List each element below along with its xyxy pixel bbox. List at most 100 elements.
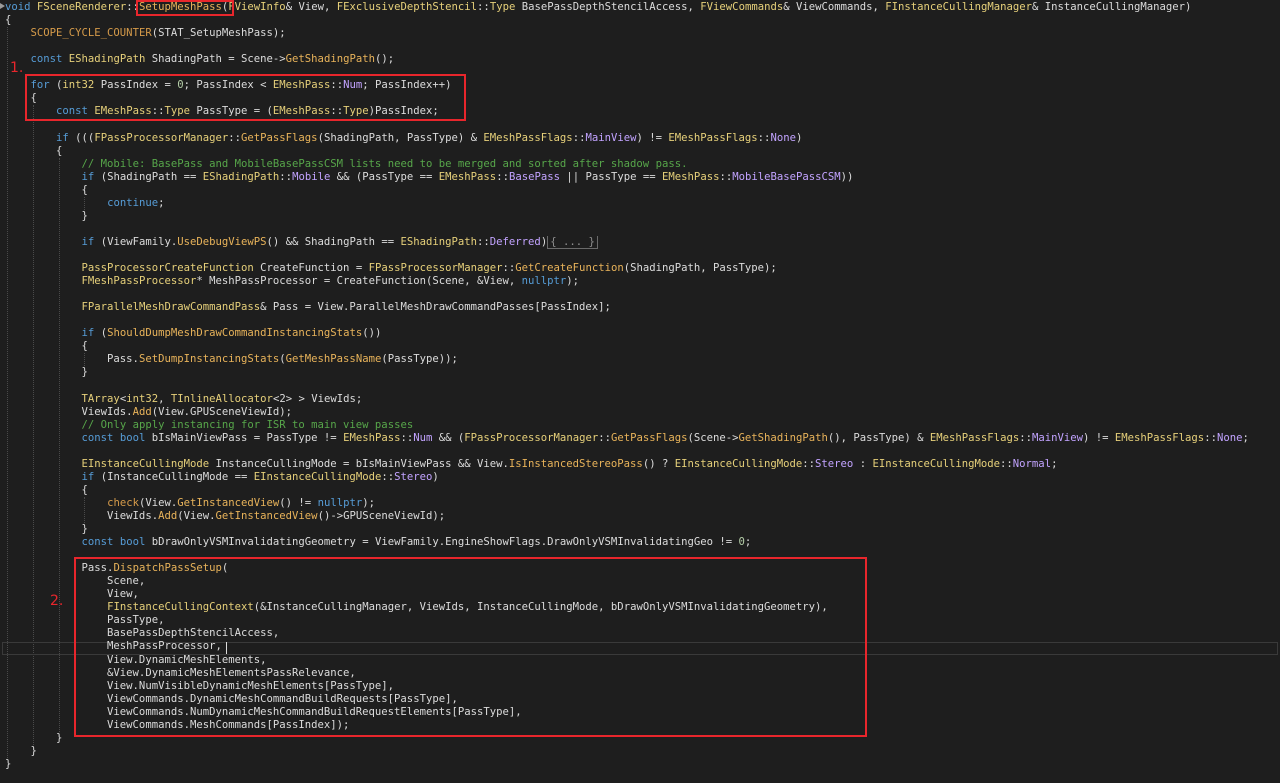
code-token: GetMeshPassName bbox=[285, 353, 382, 366]
code-token: (PassType)); bbox=[381, 353, 458, 366]
code-token: bIsMainViewPass = PassType != bbox=[145, 431, 344, 444]
code-token: & View, bbox=[285, 1, 337, 13]
code-token: EShadingPath bbox=[202, 170, 280, 183]
code-line[interactable]: ViewIds.Add(View.GetInstancedView()->GPU… bbox=[5, 510, 1280, 523]
code-line[interactable]: Pass.SetDumpInstancingStats(GetMeshPassN… bbox=[5, 353, 1280, 366]
code-line[interactable] bbox=[5, 314, 1280, 327]
code-line[interactable]: { bbox=[5, 145, 1280, 158]
code-token: :: bbox=[381, 470, 395, 483]
code-token: GetInstancedView bbox=[177, 496, 280, 509]
code-line[interactable]: { bbox=[5, 184, 1280, 197]
code-line[interactable]: TArray<int32, TInlineAllocator<2> > View… bbox=[5, 393, 1280, 406]
code-line[interactable]: ViewIds.Add(View.GPUSceneViewId); bbox=[5, 406, 1280, 419]
code-line[interactable]: } bbox=[5, 745, 1280, 758]
code-line[interactable]: if (ViewFamily.UseDebugViewPS() && Shadi… bbox=[5, 235, 1280, 249]
fold-toggle-icon[interactable] bbox=[0, 3, 5, 9]
code-line[interactable] bbox=[5, 288, 1280, 301]
code-line[interactable] bbox=[5, 40, 1280, 53]
code-token: IsInstancedStereoPass bbox=[508, 457, 643, 470]
code-token: EMeshPassFlags bbox=[668, 131, 758, 144]
code-token: (ViewFamily. bbox=[94, 235, 178, 248]
code-token: :: bbox=[502, 262, 516, 274]
code-line[interactable]: EInstanceCullingMode InstanceCullingMode… bbox=[5, 458, 1280, 471]
code-line[interactable]: PassProcessorCreateFunction CreateFuncti… bbox=[5, 262, 1280, 275]
code-line[interactable]: { bbox=[5, 340, 1280, 353]
code-line[interactable]: FMeshPassProcessor* MeshPassProcessor = … bbox=[5, 275, 1280, 288]
code-token: (Scene-> bbox=[687, 431, 739, 444]
code-token: const bbox=[81, 536, 114, 549]
code-token: TInlineAllocator bbox=[170, 392, 273, 405]
code-token: PassProcessorCreateFunction bbox=[81, 262, 254, 274]
code-line[interactable]: FParallelMeshDrawCommandPass& Pass = Vie… bbox=[5, 301, 1280, 314]
code-editor[interactable]: void FSceneRenderer::SetupMeshPass(FView… bbox=[0, 0, 1280, 783]
code-token: :: bbox=[1000, 457, 1013, 470]
code-line[interactable] bbox=[5, 223, 1280, 236]
code-token: ; bbox=[1242, 431, 1249, 444]
code-line[interactable]: if (((FPassProcessorManager::GetPassFlag… bbox=[5, 132, 1280, 145]
code-token: EMeshPassFlags bbox=[483, 131, 573, 144]
code-token: () && ShadingPath == bbox=[266, 235, 401, 248]
code-token: SCOPE_CYCLE_COUNTER bbox=[30, 27, 152, 40]
code-token: } bbox=[5, 209, 88, 222]
code-line[interactable] bbox=[5, 249, 1280, 262]
code-line[interactable]: { bbox=[5, 484, 1280, 497]
code-line[interactable]: // Only apply instancing for ISR to main… bbox=[5, 419, 1280, 432]
code-line[interactable] bbox=[5, 445, 1280, 458]
code-line[interactable]: } bbox=[5, 366, 1280, 379]
collapsed-block-button[interactable]: { ... } bbox=[547, 235, 598, 249]
code-token: :: bbox=[802, 457, 816, 470]
code-line[interactable]: if (InstanceCullingMode == EInstanceCull… bbox=[5, 471, 1280, 484]
code-token: )) bbox=[840, 170, 854, 183]
code-line[interactable]: continue; bbox=[5, 197, 1280, 210]
code-token: Type bbox=[489, 1, 516, 13]
code-token: nullptr bbox=[521, 275, 567, 288]
code-token: Deferred bbox=[489, 235, 541, 248]
code-line[interactable]: } bbox=[5, 758, 1280, 771]
code-token: Num bbox=[413, 431, 433, 444]
code-token: if bbox=[81, 327, 95, 340]
code-token: if bbox=[56, 131, 69, 144]
code-line[interactable]: const bool bIsMainViewPass = PassType !=… bbox=[5, 432, 1280, 445]
code-token: nullptr bbox=[317, 496, 363, 509]
code-line[interactable]: SCOPE_CYCLE_COUNTER(STAT_SetupMeshPass); bbox=[5, 27, 1280, 40]
code-token: :: bbox=[598, 431, 611, 444]
code-token: { bbox=[5, 14, 12, 27]
code-line[interactable] bbox=[5, 379, 1280, 392]
code-token: ) bbox=[795, 131, 803, 144]
code-token: :: bbox=[719, 170, 733, 183]
annotation-marker-1: 1. bbox=[10, 60, 24, 76]
code-token: () ? bbox=[642, 457, 675, 470]
code-line[interactable]: if (ShouldDumpMeshDrawCommandInstancingS… bbox=[5, 327, 1280, 340]
code-token: MobileBasePassCSM bbox=[732, 170, 841, 183]
code-token: } bbox=[5, 731, 63, 744]
code-line[interactable]: const bool bDrawOnlyVSMInvalidatingGeome… bbox=[5, 536, 1280, 549]
code-line[interactable]: check(View.GetInstancedView() != nullptr… bbox=[5, 497, 1280, 510]
code-line[interactable]: if (ShadingPath == EShadingPath::Mobile … bbox=[5, 171, 1280, 184]
code-line[interactable]: const EShadingPath ShadingPath = Scene->… bbox=[5, 53, 1280, 66]
code-token: :: bbox=[757, 131, 771, 144]
code-token: { bbox=[5, 144, 63, 157]
code-line[interactable]: } bbox=[5, 210, 1280, 223]
code-token: ; bbox=[744, 536, 752, 549]
code-token: FMeshPassProcessor bbox=[81, 275, 197, 288]
code-token: InstanceCullingMode = bIsMainViewPass &&… bbox=[209, 457, 509, 470]
code-token: ViewIds. bbox=[5, 405, 133, 418]
code-token: EMeshPassFlags bbox=[1114, 431, 1205, 444]
code-token: :: bbox=[572, 131, 586, 144]
code-line[interactable]: } bbox=[5, 523, 1280, 536]
code-token: (ShadingPath, PassType) & bbox=[317, 131, 484, 144]
code-token: :: bbox=[496, 170, 509, 183]
code-token: FViewInfo bbox=[228, 1, 286, 13]
code-token: const bbox=[30, 53, 63, 66]
code-token: Add bbox=[158, 509, 178, 522]
code-line[interactable]: // Mobile: BasePass and MobileBasePassCS… bbox=[5, 158, 1280, 171]
code-token: } bbox=[5, 523, 88, 535]
code-token: GetCreateFunction bbox=[515, 262, 624, 274]
